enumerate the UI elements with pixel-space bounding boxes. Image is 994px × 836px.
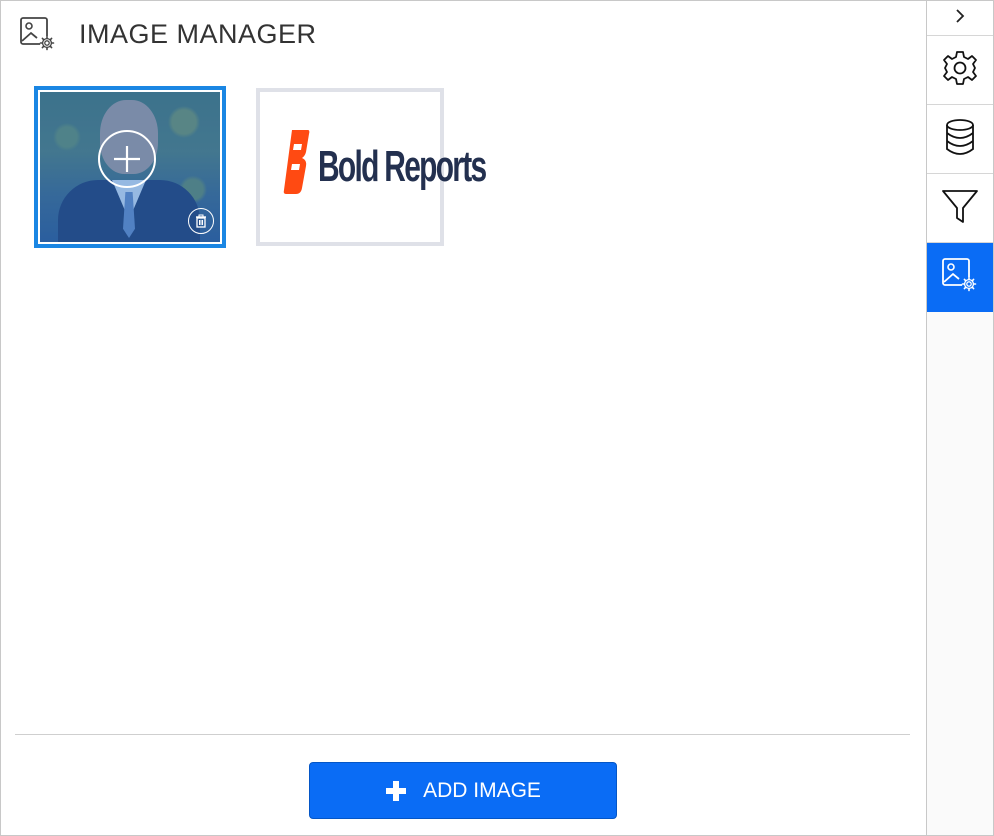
properties-toolbar — [926, 1, 993, 835]
panel-header: IMAGE MANAGER — [19, 15, 317, 53]
image-thumbnail-photo[interactable] — [34, 86, 226, 248]
chevron-right-icon — [953, 7, 967, 30]
database-icon — [943, 118, 977, 161]
plus-circle-icon[interactable] — [98, 130, 156, 188]
image-manager-panel: IMAGE MANAGER Bold Reports ADD IMAGE — [1, 1, 926, 835]
toolbar-image-manager-button[interactable] — [927, 243, 993, 312]
toolbar-properties-button[interactable] — [927, 36, 993, 105]
filter-icon — [941, 187, 979, 230]
add-image-label: ADD IMAGE — [423, 778, 541, 802]
image-settings-icon — [941, 256, 979, 299]
bold-reports-logo: Bold Reports — [282, 92, 487, 242]
designer-window: IMAGE MANAGER Bold Reports ADD IMAGE — [0, 0, 994, 836]
panel-title: IMAGE MANAGER — [79, 18, 317, 49]
toolbar-empty-area — [927, 315, 993, 835]
logo-mark-icon — [283, 130, 310, 194]
logo-text: Bold Reports — [318, 142, 487, 191]
footer-divider — [15, 734, 910, 735]
add-image-button[interactable]: ADD IMAGE — [309, 762, 617, 819]
toolbar-data-button[interactable] — [927, 105, 993, 174]
gear-icon — [941, 49, 979, 92]
collapse-panel-button[interactable] — [927, 1, 993, 36]
thumbnail-photo-image — [40, 92, 220, 242]
image-settings-icon — [19, 15, 57, 53]
toolbar-filter-button[interactable] — [927, 174, 993, 243]
plus-icon — [385, 780, 407, 802]
trash-icon[interactable] — [188, 208, 214, 234]
image-thumbnail-logo[interactable]: Bold Reports — [256, 88, 487, 246]
